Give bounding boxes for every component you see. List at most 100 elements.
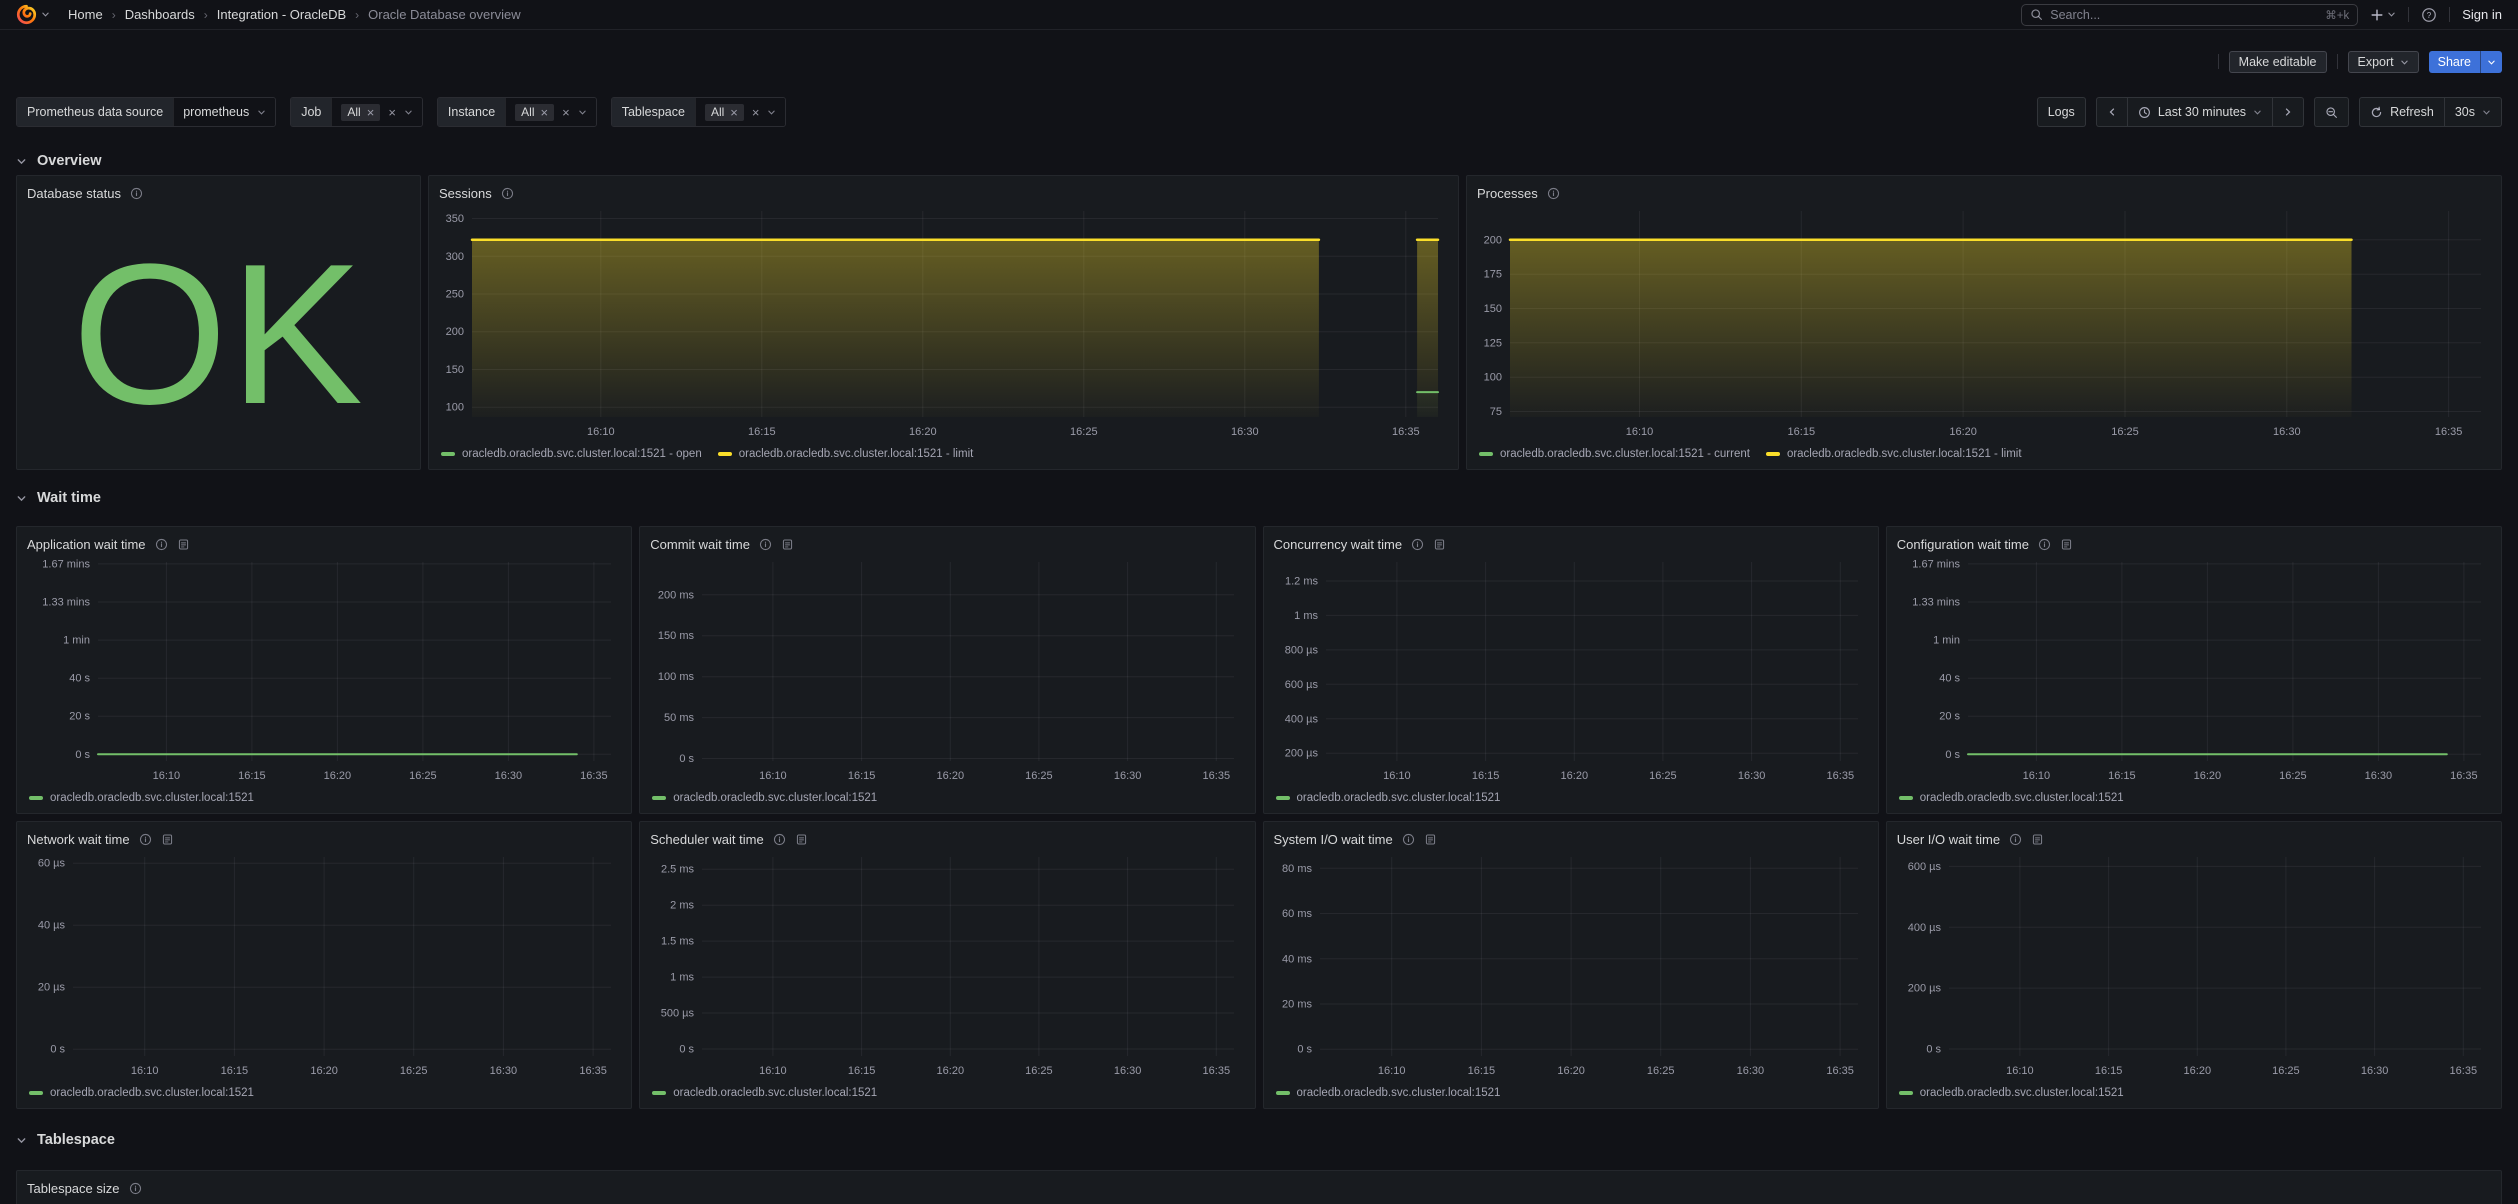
section-tablespace[interactable]: Tablespace <box>16 1115 2502 1165</box>
sign-in-button[interactable]: Sign in <box>2462 7 2502 22</box>
make-editable-button[interactable]: Make editable <box>2229 51 2327 73</box>
panel-links-icon[interactable] <box>795 833 808 846</box>
section-overview[interactable]: Overview <box>16 147 2502 175</box>
search-input[interactable]: Search... ⌘+k <box>2021 4 2358 26</box>
panel-links-icon[interactable] <box>1424 833 1437 846</box>
chart-legend: oracledb.oracledb.svc.cluster.local:1521 <box>27 1082 621 1104</box>
svg-text:16:25: 16:25 <box>2111 426 2139 438</box>
svg-text:200 µs: 200 µs <box>1908 983 1942 995</box>
legend-item[interactable]: oracledb.oracledb.svc.cluster.local:1521 <box>652 1087 877 1099</box>
breadcrumb-dashboards[interactable]: Dashboards <box>125 7 195 22</box>
help-button[interactable]: ? <box>2421 7 2437 23</box>
chip-remove-icon[interactable]: × <box>541 105 549 120</box>
user-io-wait-chart[interactable]: 0 s200 µs400 µs600 µs16:1016:1516:2016:2… <box>1897 851 2491 1082</box>
chevron-right-icon <box>2283 107 2293 117</box>
panel-title[interactable]: System I/O wait time <box>1274 832 1393 847</box>
legend-item[interactable]: oracledb.oracledb.svc.cluster.local:1521 <box>1276 1087 1501 1099</box>
info-icon[interactable] <box>139 833 152 846</box>
sessions-chart[interactable]: 10015020025030035016:1016:1516:2016:2516… <box>439 205 1448 443</box>
datasource-value[interactable]: prometheus <box>173 98 275 126</box>
concurrency-wait-chart[interactable]: 200 µs400 µs600 µs800 µs1 ms1.2 ms16:101… <box>1274 556 1868 787</box>
logs-button[interactable]: Logs <box>2037 97 2086 127</box>
info-icon[interactable] <box>1402 833 1415 846</box>
breadcrumb-home[interactable]: Home <box>68 7 103 22</box>
chip-remove-icon[interactable]: × <box>367 105 375 120</box>
legend-item[interactable]: oracledb.oracledb.svc.cluster.local:1521 <box>29 792 254 804</box>
scheduler-wait-chart[interactable]: 0 s500 µs1 ms1.5 ms2 ms2.5 ms16:1016:151… <box>650 851 1244 1082</box>
info-icon[interactable] <box>501 187 514 200</box>
time-shift-forward-button[interactable] <box>2273 97 2304 127</box>
panel-links-icon[interactable] <box>161 833 174 846</box>
share-menu-button[interactable] <box>2480 51 2502 73</box>
clear-filter-icon[interactable]: × <box>562 105 570 120</box>
breadcrumb-folder[interactable]: Integration - OracleDB <box>217 7 346 22</box>
legend-item[interactable]: oracledb.oracledb.svc.cluster.local:1521 <box>1899 792 2124 804</box>
panel-title[interactable]: Sessions <box>439 186 492 201</box>
system-io-wait-chart[interactable]: 0 s20 ms40 ms60 ms80 ms16:1016:1516:2016… <box>1274 851 1868 1082</box>
refresh-interval-picker[interactable]: 30s <box>2445 97 2502 127</box>
legend-item[interactable]: oracledb.oracledb.svc.cluster.local:1521… <box>441 448 702 460</box>
legend-item[interactable]: oracledb.oracledb.svc.cluster.local:1521 <box>1276 792 1501 804</box>
panel-title[interactable]: Database status <box>27 186 121 201</box>
chip-remove-icon[interactable]: × <box>730 105 738 120</box>
filter-job-value[interactable]: All × × <box>331 98 422 126</box>
legend-item[interactable]: oracledb.oracledb.svc.cluster.local:1521… <box>1479 448 1750 460</box>
filter-chip[interactable]: All × <box>515 104 554 121</box>
info-icon[interactable] <box>130 187 143 200</box>
network-wait-chart[interactable]: 0 s20 µs40 µs60 µs16:1016:1516:2016:2516… <box>27 851 621 1082</box>
processes-chart[interactable]: 7510012515017520016:1016:1516:2016:2516:… <box>1477 205 2491 443</box>
legend-item[interactable]: oracledb.oracledb.svc.cluster.local:1521 <box>29 1087 254 1099</box>
legend-item[interactable]: oracledb.oracledb.svc.cluster.local:1521… <box>718 448 974 460</box>
panel-title[interactable]: Configuration wait time <box>1897 537 2029 552</box>
time-range-picker[interactable]: Last 30 minutes <box>2128 97 2273 127</box>
share-button[interactable]: Share <box>2429 51 2480 73</box>
info-icon[interactable] <box>155 538 168 551</box>
clear-filter-icon[interactable]: × <box>752 105 760 120</box>
panel-links-icon[interactable] <box>2060 538 2073 551</box>
svg-text:2 ms: 2 ms <box>670 900 694 912</box>
export-button[interactable]: Export <box>2348 51 2419 73</box>
panel-links-icon[interactable] <box>781 538 794 551</box>
info-icon[interactable] <box>2009 833 2022 846</box>
panel-links-icon[interactable] <box>1433 538 1446 551</box>
filter-job-label: Job <box>291 98 331 126</box>
info-icon[interactable] <box>773 833 786 846</box>
info-icon[interactable] <box>759 538 772 551</box>
commit-wait-chart[interactable]: 0 s50 ms100 ms150 ms200 ms16:1016:1516:2… <box>650 556 1244 787</box>
configuration-wait-chart[interactable]: 0 s20 s40 s1 min1.33 mins1.67 mins16:101… <box>1897 556 2491 787</box>
panel-title[interactable]: Tablespace size <box>27 1181 120 1196</box>
svg-text:40 s: 40 s <box>69 673 90 685</box>
legend-item[interactable]: oracledb.oracledb.svc.cluster.local:1521… <box>1766 448 2022 460</box>
info-icon[interactable] <box>129 1182 142 1195</box>
grafana-logo[interactable] <box>16 4 50 25</box>
legend-item[interactable]: oracledb.oracledb.svc.cluster.local:1521 <box>652 792 877 804</box>
filter-chip[interactable]: All × <box>705 104 744 121</box>
info-icon[interactable] <box>1547 187 1560 200</box>
svg-text:40 µs: 40 µs <box>38 920 66 932</box>
panel-title[interactable]: Concurrency wait time <box>1274 537 1403 552</box>
filter-instance: Instance All × × <box>437 97 597 127</box>
legend-item[interactable]: oracledb.oracledb.svc.cluster.local:1521 <box>1899 1087 2124 1099</box>
application-wait-chart[interactable]: 0 s20 s40 s1 min1.33 mins1.67 mins16:101… <box>27 556 621 787</box>
time-shift-back-button[interactable] <box>2096 97 2128 127</box>
svg-text:16:20: 16:20 <box>909 426 937 438</box>
svg-text:16:35: 16:35 <box>579 1065 607 1077</box>
section-wait-time[interactable]: Wait time <box>16 476 2502 520</box>
zoom-out-button[interactable] <box>2314 97 2349 127</box>
panel-links-icon[interactable] <box>177 538 190 551</box>
add-button[interactable] <box>2370 8 2396 22</box>
refresh-button[interactable]: Refresh <box>2359 97 2445 127</box>
panel-title[interactable]: Processes <box>1477 186 1538 201</box>
clear-filter-icon[interactable]: × <box>388 105 396 120</box>
panel-title[interactable]: Application wait time <box>27 537 146 552</box>
panel-title[interactable]: Commit wait time <box>650 537 750 552</box>
panel-title[interactable]: Scheduler wait time <box>650 832 763 847</box>
filter-instance-value[interactable]: All × × <box>505 98 596 126</box>
filter-chip[interactable]: All × <box>341 104 380 121</box>
panel-title[interactable]: Network wait time <box>27 832 130 847</box>
info-icon[interactable] <box>2038 538 2051 551</box>
filter-tablespace-value[interactable]: All × × <box>695 98 786 126</box>
info-icon[interactable] <box>1411 538 1424 551</box>
panel-title[interactable]: User I/O wait time <box>1897 832 2000 847</box>
panel-links-icon[interactable] <box>2031 833 2044 846</box>
